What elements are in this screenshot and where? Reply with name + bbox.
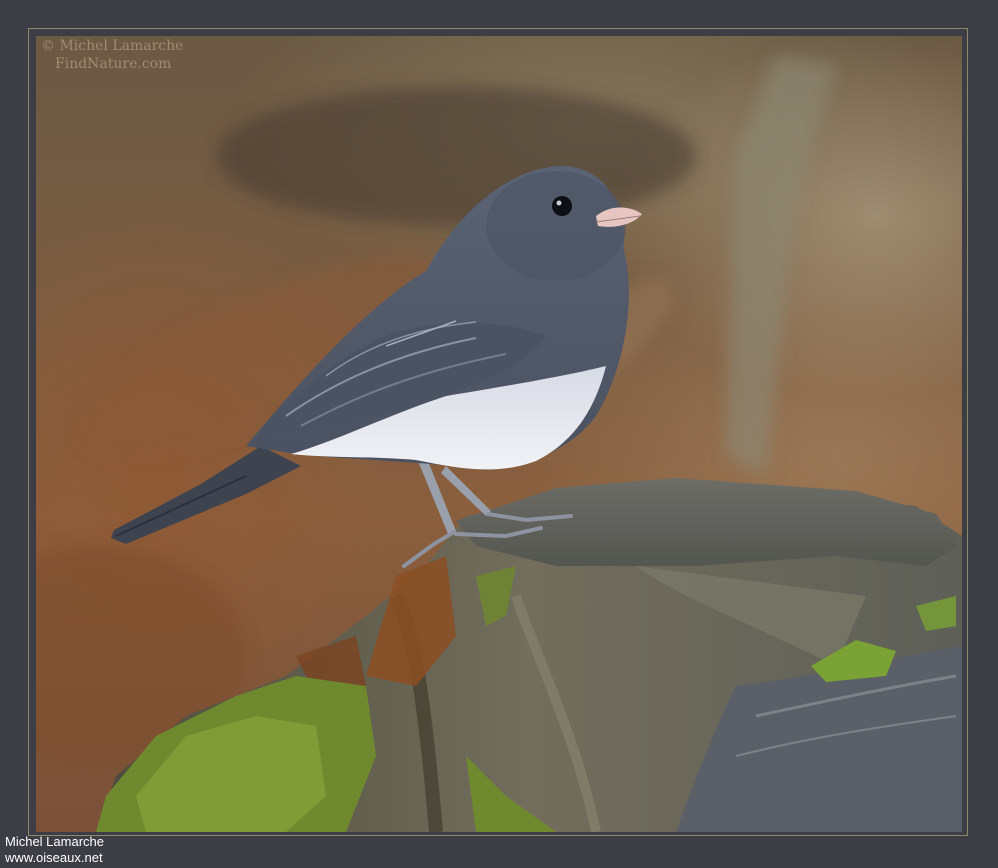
- photo-illustration: [36, 56, 962, 832]
- credit-site: www.oiseaux.net: [5, 850, 103, 865]
- credit-author: Michel Lamarche: [5, 834, 104, 849]
- watermark-line-2: FindNature.com: [55, 56, 172, 72]
- bird-photo: [36, 36, 962, 832]
- watermark-line-1: © Michel Lamarche: [41, 38, 184, 54]
- watermark: © Michel Lamarche FindNature.com: [41, 37, 183, 73]
- bird-eye: [552, 196, 572, 216]
- photo-credit: Michel Lamarche www.oiseaux.net: [5, 834, 104, 866]
